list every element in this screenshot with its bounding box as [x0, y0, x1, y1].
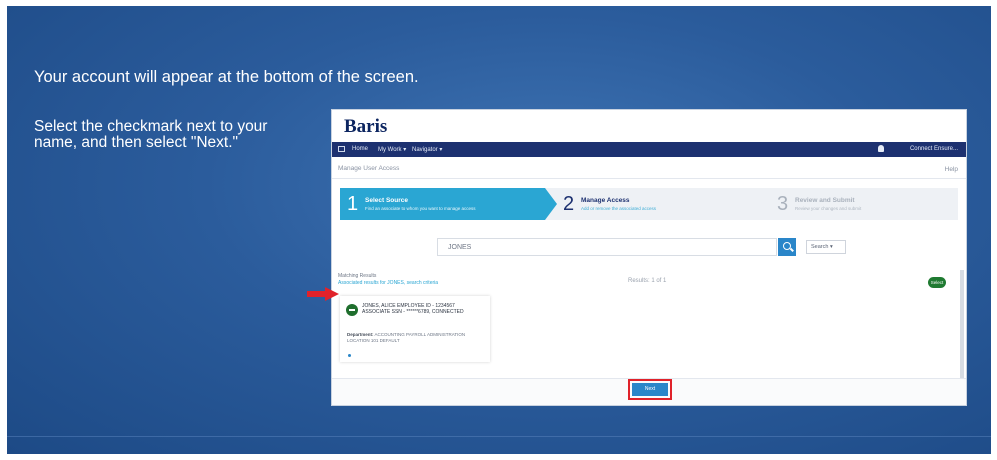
results-criteria: Associated results for JONES, search cri…	[338, 280, 439, 286]
page-title: Manage User Access	[338, 165, 400, 172]
search-button[interactable]	[778, 238, 796, 256]
associate-name: JONES, ALICE EMPLOYEE ID - 1234567 ASSOC…	[362, 303, 464, 315]
bell-icon[interactable]	[878, 145, 884, 152]
red-arrow-icon	[307, 287, 339, 301]
step-subtitle: Find an associate to whom you want to ma…	[365, 206, 476, 211]
next-button[interactable]: Next	[628, 379, 672, 400]
step-title: Review and Submit	[795, 197, 855, 204]
search-scope-select[interactable]: Search ▾	[806, 240, 846, 254]
step-number: 2	[563, 193, 575, 215]
nav-item-my-work[interactable]: My Work ▾	[378, 146, 406, 153]
search-icon-handle	[790, 247, 794, 252]
step-subtitle: Add or remove the associated access	[581, 206, 657, 211]
select-toggle-button[interactable]: Select	[928, 277, 946, 288]
app-logo: Baris	[344, 116, 388, 137]
nav-item-navigator[interactable]: Navigator ▾	[412, 146, 442, 153]
step-select-source: 1 Select Source Find an associate to who…	[340, 188, 557, 220]
wizard-stepper: 1 Select Source Find an associate to who…	[340, 188, 958, 220]
help-link[interactable]: Help	[945, 166, 958, 173]
results-meta: Matching Results Associated results for …	[338, 273, 438, 287]
scrollbar[interactable]	[960, 270, 964, 380]
step-title: Manage Access	[581, 197, 630, 204]
step-review-submit: 3 Review and Submit Review your changes …	[770, 188, 950, 220]
user-menu[interactable]: Connect Ensure...	[910, 146, 958, 152]
step-number: 3	[777, 193, 789, 215]
location-pin-icon	[348, 354, 351, 357]
top-nav: Home My Work ▾ Navigator ▾ Connect Ensur…	[332, 142, 966, 157]
step-number: 1	[347, 193, 359, 215]
step-subtitle: Review your changes and submit	[795, 206, 862, 211]
app-screenshot: Baris Home My Work ▾ Navigator ▾ Connect…	[331, 109, 967, 406]
results-heading: Matching Results	[338, 273, 377, 279]
result-card: JONES, ALICE EMPLOYEE ID - 1234567 ASSOC…	[340, 296, 490, 362]
checkmark-select-button[interactable]	[346, 304, 358, 316]
results-count: Results: 1 of 1	[628, 278, 667, 284]
detail-label: Department:	[347, 332, 374, 337]
app-grid-icon[interactable]	[338, 146, 345, 152]
slide-instruction: Select the checkmark next to your name, …	[34, 118, 268, 151]
slide-divider	[7, 436, 991, 437]
page-subheader: Manage User Access Help	[332, 157, 966, 179]
search-input[interactable]: JONES	[437, 238, 777, 256]
slide-headline: Your account will appear at the bottom o…	[34, 68, 419, 86]
step-title: Select Source	[365, 197, 408, 204]
slide-background: Your account will appear at the bottom o…	[7, 6, 991, 454]
nav-item-home[interactable]: Home	[352, 146, 368, 152]
step-manage-access: 2 Manage Access Add or remove the associ…	[556, 188, 756, 220]
associate-details: Department: ACCOUNTING PAYROLL ADMINISTR…	[347, 332, 487, 344]
brand-bar: Baris	[332, 110, 966, 142]
